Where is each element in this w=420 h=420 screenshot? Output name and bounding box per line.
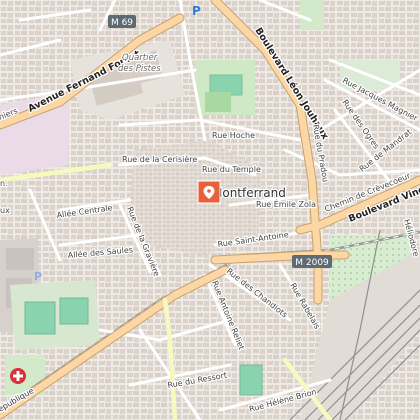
label-rue-de-la-cerisiere: Rue de la Cerisière [122, 154, 197, 164]
label-rue-hoche: Rue Hoche [212, 131, 255, 140]
label-montferrand: Montferrand [212, 186, 286, 200]
label-left-edge-n: n. [0, 179, 8, 188]
map-canvas[interactable]: M 69 M 2009 Avenue Fernand Forest Boulev… [0, 0, 420, 420]
parking-icon[interactable]: P [192, 4, 201, 18]
stadium-pitch [24, 301, 56, 335]
label-rue-emile-zola: Rue Émile Zola [256, 198, 316, 209]
location-pin-icon[interactable] [197, 180, 221, 204]
industrial-block [6, 248, 34, 270]
svg-text:M 2009: M 2009 [295, 258, 329, 268]
hospital-icon[interactable] [10, 368, 26, 384]
parking-icon[interactable]: P [34, 270, 42, 283]
label-rue-du-temple: Rue du Temple [202, 165, 261, 174]
road-shield-m69: M 69 [108, 15, 136, 28]
svg-text:M 69: M 69 [111, 18, 133, 28]
label-quartier: Quartier [122, 53, 158, 63]
label-des-pistes: des Pistes [118, 64, 161, 74]
label-left-edge-ux: ux [0, 206, 10, 215]
park [205, 92, 231, 112]
sports-pitch [239, 364, 263, 396]
road-shield-m2009: M 2009 [292, 255, 332, 268]
park [300, 0, 324, 30]
sports-pitch [59, 297, 89, 325]
